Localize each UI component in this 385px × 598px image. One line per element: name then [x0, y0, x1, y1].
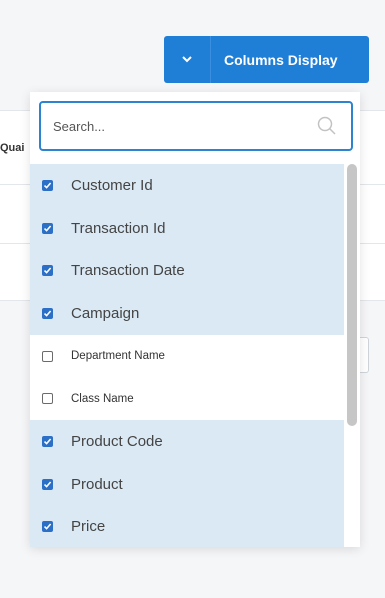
column-option-label: Department Name [71, 350, 165, 363]
column-option-price[interactable]: Price [30, 505, 346, 547]
checkbox-unchecked-icon[interactable] [42, 393, 53, 405]
search-input[interactable] [53, 115, 293, 137]
column-option-label: Product [71, 475, 123, 493]
column-option-campaign[interactable]: Campaign [30, 292, 346, 335]
columns-display-label: Columns Display [224, 51, 338, 68]
column-option-label: Transaction Date [71, 262, 185, 280]
columns-display-button[interactable]: Columns Display [164, 36, 369, 83]
scrollbar[interactable] [344, 164, 360, 547]
search-box [39, 101, 353, 151]
checkbox-checked-icon[interactable] [42, 222, 53, 234]
column-option-label: Price [71, 518, 106, 536]
checkbox-checked-icon[interactable] [42, 521, 53, 533]
checkbox-unchecked-icon[interactable] [42, 350, 53, 362]
column-option-label: Product Code [71, 432, 163, 450]
column-header-fragment: Quai [0, 142, 25, 154]
column-option-product-code[interactable]: Product Code [30, 420, 346, 463]
column-option-product[interactable]: Product [30, 462, 346, 506]
column-option-label: Class Name [71, 392, 134, 405]
checkbox-checked-icon[interactable] [42, 179, 53, 191]
column-option-label: Customer Id [71, 176, 153, 194]
checkbox-checked-icon[interactable] [42, 307, 53, 319]
checkbox-checked-icon[interactable] [42, 478, 53, 490]
column-list: Customer Id Transaction Id Transaction D… [30, 164, 346, 547]
column-option-customer-id[interactable]: Customer Id [30, 164, 346, 207]
column-option-class-name[interactable]: Class Name [30, 377, 346, 421]
checkbox-checked-icon[interactable] [42, 265, 53, 277]
column-option-department-name[interactable]: Department Name [30, 334, 346, 378]
column-option-label: Campaign [71, 304, 140, 322]
checkbox-checked-icon[interactable] [42, 435, 53, 447]
columns-dropdown: Customer Id Transaction Id Transaction D… [30, 92, 360, 547]
column-option-transaction-date[interactable]: Transaction Date [30, 249, 346, 293]
search-icon [317, 116, 337, 141]
chevron-down-icon [164, 56, 210, 63]
scrollbar-thumb[interactable] [347, 164, 357, 426]
column-option-transaction-id[interactable]: Transaction Id [30, 206, 346, 250]
column-option-label: Transaction Id [71, 219, 166, 237]
